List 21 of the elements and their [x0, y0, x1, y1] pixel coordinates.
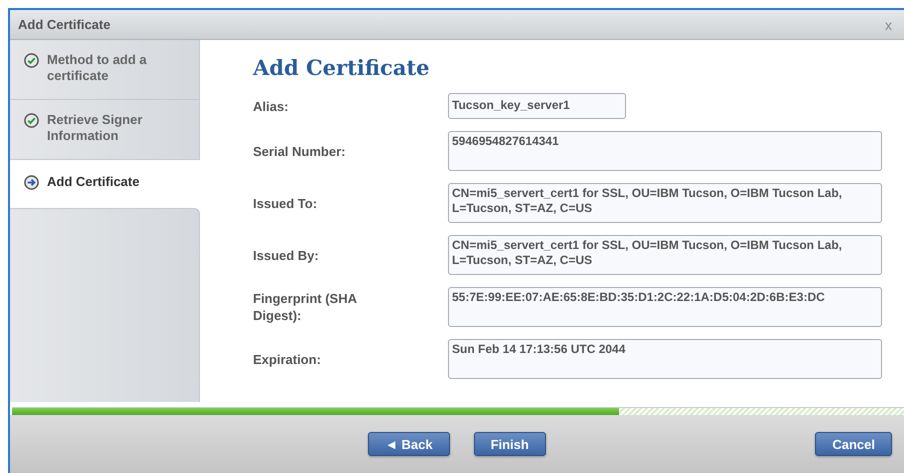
back-button[interactable]: ◄ Back	[368, 432, 450, 456]
text-field[interactable]: CN=mi5_servert_cert1 for SSL, OU=IBM Tucson, O=IBM Tucson Lab, L=Tucson, ST=AZ, C=US	[448, 235, 882, 275]
field-label: Serial Number:	[253, 142, 346, 160]
text-field[interactable]: Tucson_key_server1	[448, 93, 626, 119]
wizard-step[interactable]: Method to add a certificate	[10, 40, 200, 100]
wizard-step[interactable]: Retrieve Signer Information	[10, 100, 200, 160]
page-heading: Add Certificate	[253, 55, 431, 80]
text-field[interactable]: Sun Feb 14 17:13:56 UTC 2044	[448, 339, 882, 379]
check-icon	[24, 53, 39, 68]
text-field[interactable]: 55:7E:99:EE:07:AE:65:8E:BD:35:D1:2C:22:1A:D5:04:2D:6B:E3:DC	[448, 287, 882, 327]
text-field[interactable]: 5946954827614341	[448, 131, 882, 171]
text-field[interactable]: CN=mi5_servert_cert1 for SSL, OU=IBM Tucson, O=IBM Tucson Lab, L=Tucson, ST=AZ, C=US	[448, 183, 882, 223]
window-title: Add Certificate	[18, 17, 112, 32]
field-label: Alias:	[253, 98, 290, 114]
finish-button[interactable]: Finish	[474, 432, 546, 456]
field-label: Issued By:	[253, 246, 320, 264]
field-label: Issued To:	[253, 194, 318, 212]
field-label: Expiration:	[253, 350, 322, 368]
field-label: Fingerprint (SHA Digest):	[253, 290, 358, 324]
cancel-button[interactable]: Cancel	[815, 432, 892, 456]
check-icon	[24, 113, 39, 128]
